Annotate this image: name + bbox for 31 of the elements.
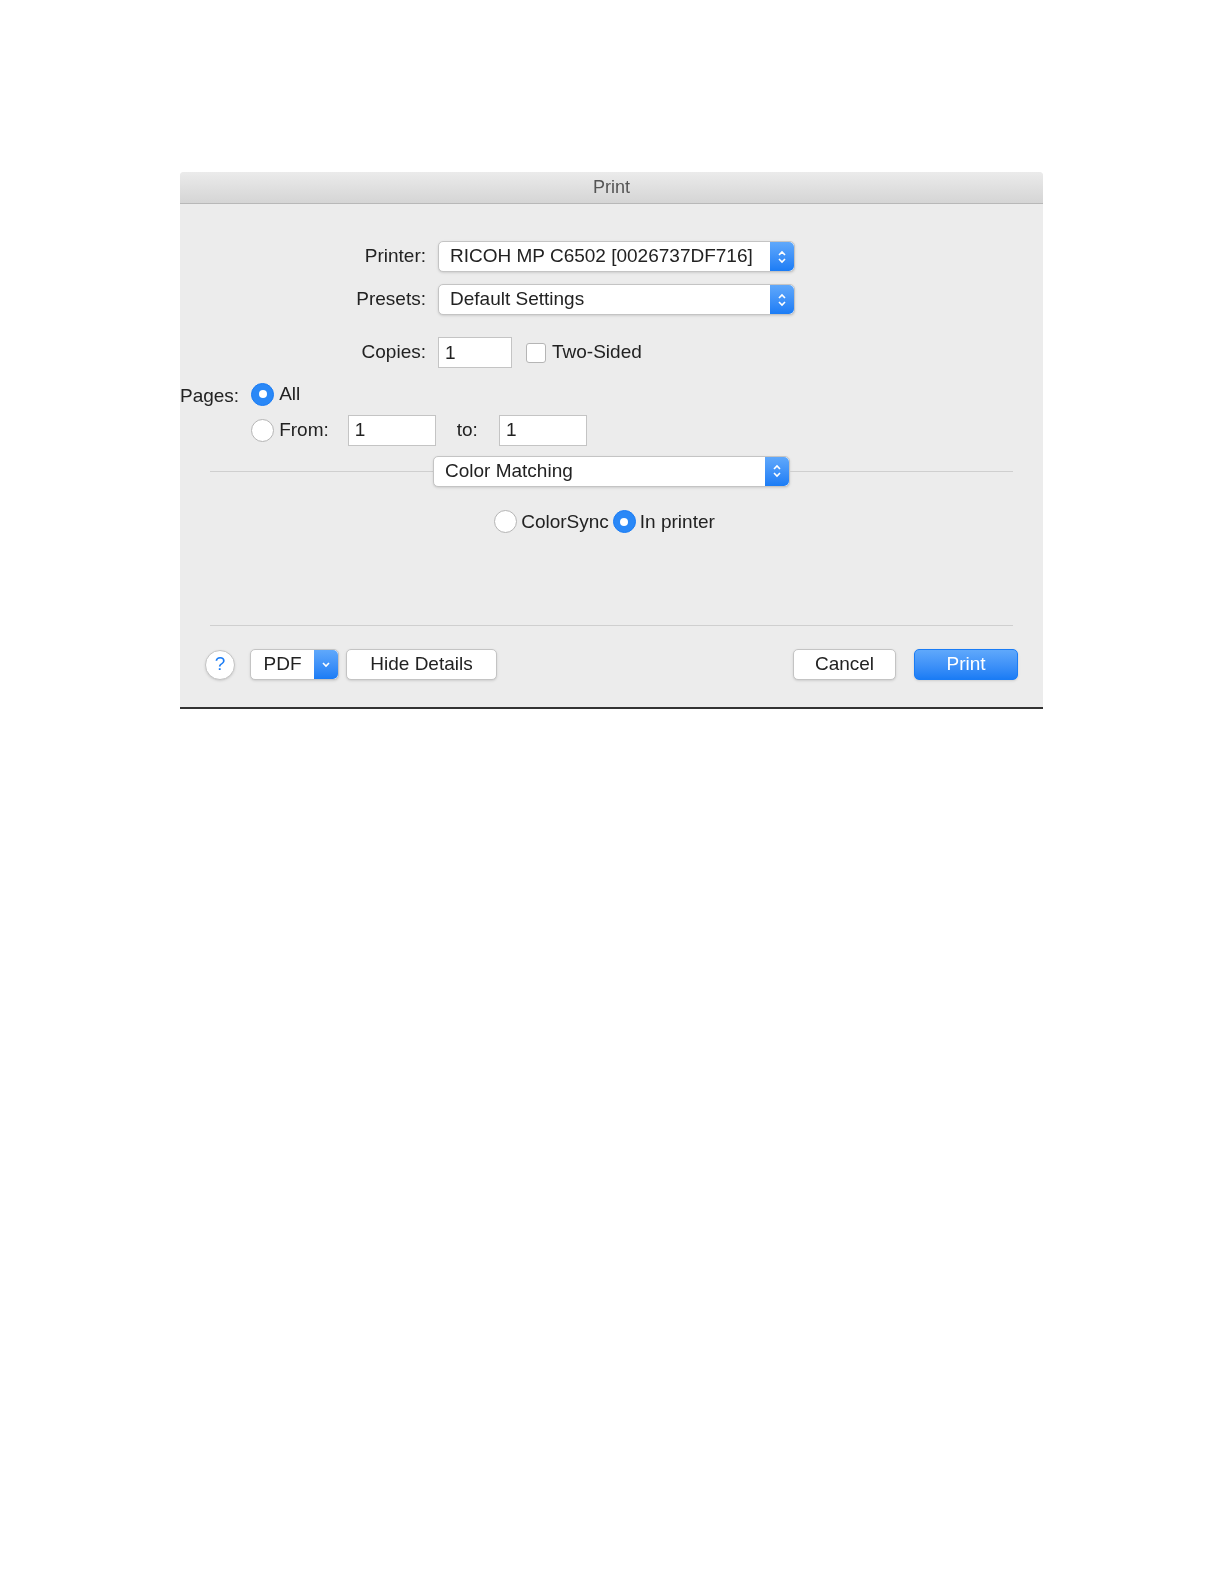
radio-button[interactable] [251,418,275,442]
checkbox[interactable] [526,342,546,363]
field-label: Pages: [180,385,240,406]
stepper-arrows-icon [765,456,789,486]
input-field[interactable]: 1 [438,337,512,368]
chevron-down-icon [314,650,338,679]
pdf-menu-button[interactable]: PDF [250,649,339,680]
radio-button[interactable] [251,382,275,406]
checkbox-label: Two-Sided [552,340,642,365]
field-label: to: [456,417,478,442]
field-label: Copies: [360,340,426,365]
radio-label: In printer [639,509,715,534]
radio-label: All [279,382,301,406]
radio-label: ColorSync [521,509,609,534]
hide-details-button[interactable]: Hide Details [346,649,497,680]
input-field[interactable]: 1 [347,414,436,446]
field-label: Printer: [363,244,426,269]
input-field[interactable]: 1 [498,414,587,446]
field-label: Presets: [355,287,426,312]
radio-label: From: [279,417,329,442]
radio-button[interactable] [494,510,518,534]
help-button[interactable]: ? [205,649,235,680]
window-title: Print [593,176,630,199]
stepper-arrows-icon [770,242,794,271]
stepper-arrows-icon [770,285,794,314]
panel-popup[interactable]: Color Matching [433,455,790,487]
cancel-button[interactable]: Cancel [793,649,896,680]
radio-button[interactable] [612,510,636,534]
printer-popup[interactable]: RICOH MP C6502 [0026737DF716] [438,241,795,272]
pdf-label: PDF [262,652,303,677]
presets-popup[interactable]: Default Settings [438,284,795,315]
